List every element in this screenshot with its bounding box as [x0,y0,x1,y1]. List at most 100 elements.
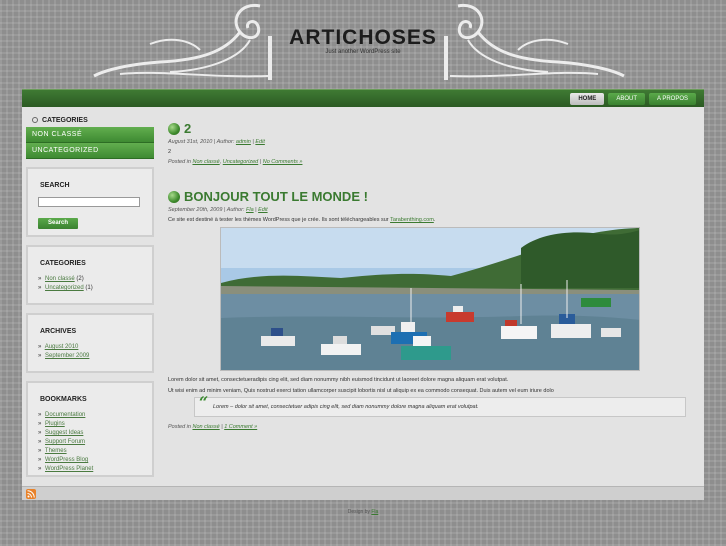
double-arrow-icon: » [38,439,42,445]
post-title[interactable]: BONJOUR TOUT LE MONDE ! [184,189,368,204]
category-link-non-classe[interactable]: Non classé [45,276,75,282]
archives-widget: ARCHIVES » August 2010 » September 2009 [26,313,154,373]
external-link[interactable]: Tarabenthing.com [390,217,434,223]
nav-home[interactable]: HOME [570,93,605,105]
bookmarks-widget-title: BOOKMARKS [40,396,87,403]
category-link-uncategorized[interactable]: Uncategorized [45,285,84,291]
post-date: August 31st, 2010 | Author: [168,139,235,145]
bookmark-link-suggest-ideas[interactable]: Suggest Ideas [45,430,83,436]
edit-link[interactable]: Edit [258,207,267,213]
category-link[interactable]: Non classé [192,159,219,165]
separator: | [252,139,254,145]
search-button[interactable]: Search [38,218,79,229]
double-arrow-icon: » [38,430,42,436]
post-meta: August 31st, 2010 | Author: admin | Edit [168,139,698,145]
post-title-row: 2 [168,121,698,136]
author-link[interactable]: admin [236,139,251,145]
categories-menu-heading: CATEGORIES [26,113,154,127]
double-arrow-icon: » [38,285,42,291]
category-link[interactable]: Uncategorized [223,159,258,165]
post-title[interactable]: 2 [184,121,191,136]
blockquote-text: Lorem – dolor sit amet, consectetuer adi… [213,404,479,410]
post: 2 August 31st, 2010 | Author: admin | Ed… [168,121,698,165]
list-item: » Themes [38,447,142,456]
quote-icon: “ [199,393,209,412]
category-menu-item-non-classe[interactable]: NON CLASSÉ [26,127,154,143]
post-footer-meta: Posted in Non classé | 1 Comment » [168,424,258,430]
double-arrow-icon: » [38,344,42,350]
double-arrow-icon: » [38,276,42,282]
list-item: » September 2009 [38,352,142,361]
intro-text: Ce site est destiné à tester les thèmes … [168,217,389,223]
credit-text: Design by [347,509,370,515]
intro-end: . [433,217,436,223]
list-item: » Plugins [38,420,142,429]
footer-bar [22,486,704,500]
double-arrow-icon: » [38,353,42,359]
double-arrow-icon: » [38,421,42,427]
nav-a-propos[interactable]: A PROPOS [648,93,696,105]
category-menu-item-uncategorized[interactable]: UNCATEGORIZED [26,143,154,159]
footer-credit: Design by Fla [0,509,726,515]
circle-bullet-icon [32,117,38,123]
categories-widget: CATEGORIES » Non classé (2) » Uncategori… [26,245,154,305]
archive-link-september-2009[interactable]: September 2009 [45,353,89,359]
comments-link[interactable]: 1 Comment » [224,424,257,430]
double-arrow-icon: » [38,457,42,463]
search-widget: SEARCH Search [26,167,154,237]
list-item: » Suggest Ideas [38,429,142,438]
category-link[interactable]: Non classé [192,424,219,430]
edit-link[interactable]: Edit [255,139,264,145]
archives-widget-title: ARCHIVES [40,328,77,335]
separator: | [255,207,257,213]
harbor-photo [220,227,640,371]
site-title[interactable]: ARTICHOSES [0,26,726,50]
search-input[interactable] [38,197,140,207]
list-item: » Support Forum [38,438,142,447]
category-count: (1) [85,285,93,291]
post-date: September 20th, 2009 | Author: [168,207,245,213]
list-item: » WordPress Blog [38,456,142,465]
post: BONJOUR TOUT LE MONDE ! September 20th, … [168,189,698,459]
bookmark-link-wordpress-planet[interactable]: WordPress Planet [45,466,93,472]
rss-icon[interactable] [26,489,36,499]
list-item: » August 2010 [38,343,142,352]
bookmark-link-themes[interactable]: Themes [45,448,67,454]
green-ball-icon [168,190,180,203]
author-link[interactable]: Fla [246,207,254,213]
posted-in-label: Posted in [168,159,191,165]
post-intro: Ce site est destiné à tester les thèmes … [168,215,698,226]
double-arrow-icon: » [38,412,42,418]
post-meta: September 20th, 2009 | Author: Fla | Edi… [168,207,698,213]
lorem-paragraph-1: Lorem dolor sit amet, consectetueradipis… [168,377,509,383]
list-item: » WordPress Planet [38,465,142,474]
double-arrow-icon: » [38,466,42,472]
list-item: » Documentation [38,411,142,420]
credit-link[interactable]: Fla [371,509,378,515]
bookmark-link-plugins[interactable]: Plugins [45,421,65,427]
list-item: » Non classé (2) [38,275,142,284]
page-wrapper: CATEGORIES NON CLASSÉ UNCATEGORIZED SEAR… [22,107,704,486]
post-excerpt: 2 [168,149,172,155]
list-item: » Uncategorized (1) [38,284,142,293]
bookmark-link-support-forum[interactable]: Support Forum [45,439,85,445]
blockquote: “ Lorem – dolor sit amet, consectetuer a… [194,393,686,417]
lorem-paragraph-2: Ut wisi enim ad minim veniam, Quis nostr… [168,388,554,394]
nav-about[interactable]: ABOUT [608,93,645,105]
posted-in-label: Posted in [168,424,191,430]
green-ball-icon [168,122,180,135]
post-title-row: BONJOUR TOUT LE MONDE ! [168,189,698,204]
comments-link[interactable]: No Comments » [263,159,303,165]
sidebar: CATEGORIES NON CLASSÉ UNCATEGORIZED SEAR… [26,113,154,477]
bookmark-link-wordpress-blog[interactable]: WordPress Blog [45,457,88,463]
category-count: (2) [76,276,84,282]
post-footer-meta: Posted in Non classé, Uncategorized | No… [168,159,303,165]
archive-link-august-2010[interactable]: August 2010 [45,344,79,350]
bookmarks-widget: BOOKMARKS » Documentation » Plugins » Su… [26,381,154,477]
search-widget-title: SEARCH [40,182,70,189]
categories-menu-title: CATEGORIES [42,116,88,124]
harbor-image [221,228,639,370]
site-header: ARTICHOSES Just another WordPress site [0,0,726,88]
bookmark-link-documentation[interactable]: Documentation [45,412,85,418]
double-arrow-icon: » [38,448,42,454]
